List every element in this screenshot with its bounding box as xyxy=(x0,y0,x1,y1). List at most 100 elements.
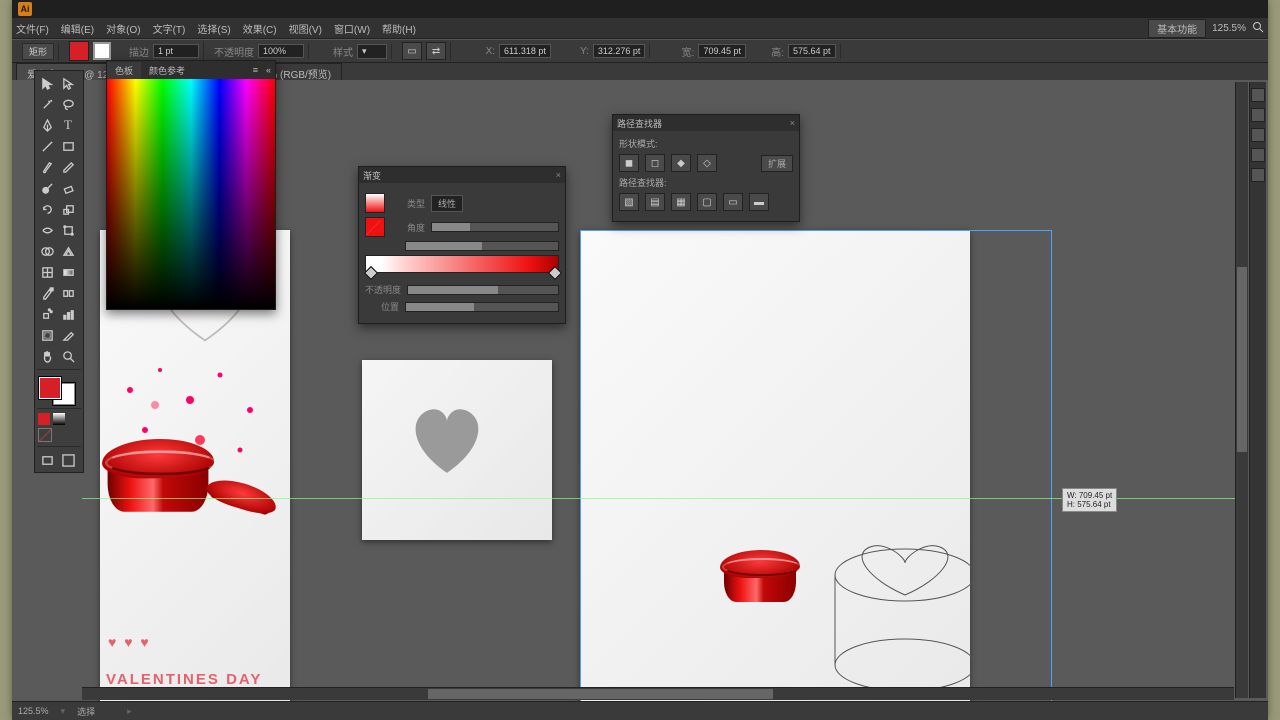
scrollbar-thumb[interactable] xyxy=(1237,267,1247,452)
exclude-icon[interactable]: ◇ xyxy=(697,154,717,172)
vertical-scrollbar[interactable] xyxy=(1235,82,1248,698)
zoom-display[interactable]: 125.5% xyxy=(1212,23,1246,34)
direct-selection-tool[interactable] xyxy=(58,73,78,93)
outline-icon[interactable]: ▭ xyxy=(723,193,743,211)
crop-icon[interactable]: ▢ xyxy=(697,193,717,211)
rotate-tool[interactable] xyxy=(37,199,57,219)
menu-help[interactable]: 帮助(H) xyxy=(382,21,416,36)
gradient-tool[interactable] xyxy=(58,262,78,282)
symbol-sprayer-tool[interactable] xyxy=(37,304,57,324)
selection-tool[interactable] xyxy=(37,73,57,93)
menu-file[interactable]: 文件(F) xyxy=(16,21,49,36)
aspect-slider[interactable] xyxy=(405,241,559,251)
panel-menu-icon[interactable]: ≡ xyxy=(245,63,262,77)
merge-icon[interactable]: ▦ xyxy=(671,193,691,211)
divide-icon[interactable]: ▧ xyxy=(619,193,639,211)
stroke-swatch[interactable] xyxy=(93,42,111,60)
magic-wand-tool[interactable] xyxy=(37,94,57,114)
eraser-tool[interactable] xyxy=(58,178,78,198)
dock-item-5[interactable] xyxy=(1251,168,1265,182)
artboard-tool[interactable] xyxy=(37,325,57,345)
dock-item-2[interactable] xyxy=(1251,108,1265,122)
angle-slider[interactable] xyxy=(431,222,559,232)
dock-item-4[interactable] xyxy=(1251,148,1265,162)
menu-effect[interactable]: 效果(C) xyxy=(243,21,277,36)
picker-tab-guide[interactable]: 颜色参考 xyxy=(141,62,193,79)
transform-button[interactable]: ⇄ xyxy=(426,42,446,60)
y-field[interactable]: 312.276 pt xyxy=(593,44,646,58)
slice-tool[interactable] xyxy=(58,325,78,345)
pencil-tool[interactable] xyxy=(58,157,78,177)
scrollbar-thumb[interactable] xyxy=(428,689,774,699)
none-mode-icon[interactable]: ／ xyxy=(38,428,52,442)
width-tool[interactable] xyxy=(37,220,57,240)
gradient-panel[interactable]: 渐变 × 类型 线性 ／ 角度 . 不透明度 xyxy=(358,166,566,324)
title-bar[interactable]: Ai xyxy=(12,0,1268,18)
shape-builder-tool[interactable] xyxy=(37,241,57,261)
workspace-switcher[interactable]: 基本功能 xyxy=(1148,19,1206,38)
fill-stroke-swatch[interactable] xyxy=(37,377,77,405)
menu-window[interactable]: 窗口(W) xyxy=(334,21,370,36)
stop-location-slider[interactable] xyxy=(405,302,559,312)
perspective-tool[interactable] xyxy=(58,241,78,261)
close-icon[interactable]: × xyxy=(790,118,795,128)
color-picker-panel[interactable]: 色板 颜色参考 ≡ « xyxy=(106,60,276,310)
stroke-weight-field[interactable]: 1 pt xyxy=(153,44,199,58)
hand-tool[interactable] xyxy=(37,346,57,366)
mesh-tool[interactable] xyxy=(37,262,57,282)
dock-item-3[interactable] xyxy=(1251,128,1265,142)
line-tool[interactable] xyxy=(37,136,57,156)
selection-bounds[interactable] xyxy=(580,230,1052,702)
pen-tool[interactable] xyxy=(37,115,57,135)
minus-back-icon[interactable]: ▬ xyxy=(749,193,769,211)
horizontal-scrollbar[interactable] xyxy=(82,687,1234,700)
menu-type[interactable]: 文字(T) xyxy=(153,21,186,36)
zoom-tool[interactable] xyxy=(58,346,78,366)
eyedropper-tool[interactable] xyxy=(37,283,57,303)
paintbrush-tool[interactable] xyxy=(37,157,57,177)
dock-item-1[interactable] xyxy=(1251,88,1265,102)
menu-edit[interactable]: 编辑(E) xyxy=(61,21,94,36)
intersect-icon[interactable]: ◆ xyxy=(671,154,691,172)
h-field[interactable]: 575.64 pt xyxy=(788,44,836,58)
x-field[interactable]: 611.318 pt xyxy=(499,44,551,58)
free-transform-tool[interactable] xyxy=(58,220,78,240)
gray-heart-shape[interactable] xyxy=(402,400,492,480)
align-button[interactable]: ▭ xyxy=(402,42,422,60)
search-icon[interactable] xyxy=(1252,21,1264,36)
fill-color-icon[interactable] xyxy=(39,377,61,399)
panel-collapse-icon[interactable]: « xyxy=(262,65,275,75)
type-tool[interactable]: T xyxy=(58,115,78,135)
menu-object[interactable]: 对象(O) xyxy=(106,21,140,36)
menu-select[interactable]: 选择(S) xyxy=(197,21,230,36)
gradient-stroke-swatch[interactable]: ／ xyxy=(365,217,385,237)
style-dropdown[interactable]: ▾ xyxy=(357,44,387,59)
blend-tool[interactable] xyxy=(58,283,78,303)
unite-icon[interactable]: ◼ xyxy=(619,154,639,172)
lasso-tool[interactable] xyxy=(58,94,78,114)
expand-button[interactable]: 扩展 xyxy=(761,155,793,172)
gradient-ramp[interactable] xyxy=(365,255,559,273)
screen-mode-normal[interactable] xyxy=(37,450,57,470)
minus-front-icon[interactable]: ◻ xyxy=(645,154,665,172)
fill-swatch[interactable] xyxy=(69,41,89,61)
opacity-field[interactable]: 100% xyxy=(258,44,304,58)
gradient-type-dropdown[interactable]: 线性 xyxy=(431,195,463,212)
artboard-heart-shape[interactable] xyxy=(362,360,552,540)
picker-tab-swatches[interactable]: 色板 xyxy=(107,62,141,79)
stop-opacity-slider[interactable] xyxy=(407,285,559,295)
gradient-mode-icon[interactable] xyxy=(53,413,65,425)
trim-icon[interactable]: ▤ xyxy=(645,193,665,211)
gradient-preview-swatch[interactable] xyxy=(365,193,385,213)
screen-mode-full[interactable] xyxy=(58,450,78,470)
color-mode-icon[interactable] xyxy=(38,413,50,425)
scale-tool[interactable] xyxy=(58,199,78,219)
rectangle-tool[interactable] xyxy=(58,136,78,156)
graph-tool[interactable] xyxy=(58,304,78,324)
w-field[interactable]: 709.45 pt xyxy=(698,44,746,58)
right-dock[interactable] xyxy=(1249,82,1266,698)
pathfinder-panel[interactable]: 路径查找器 × 形状模式: ◼ ◻ ◆ ◇ 扩展 路径查找器: ▧ ▤ ▦ ▢ … xyxy=(612,114,800,222)
blob-brush-tool[interactable] xyxy=(37,178,57,198)
color-spectrum[interactable] xyxy=(107,79,275,309)
close-icon[interactable]: × xyxy=(556,170,561,180)
